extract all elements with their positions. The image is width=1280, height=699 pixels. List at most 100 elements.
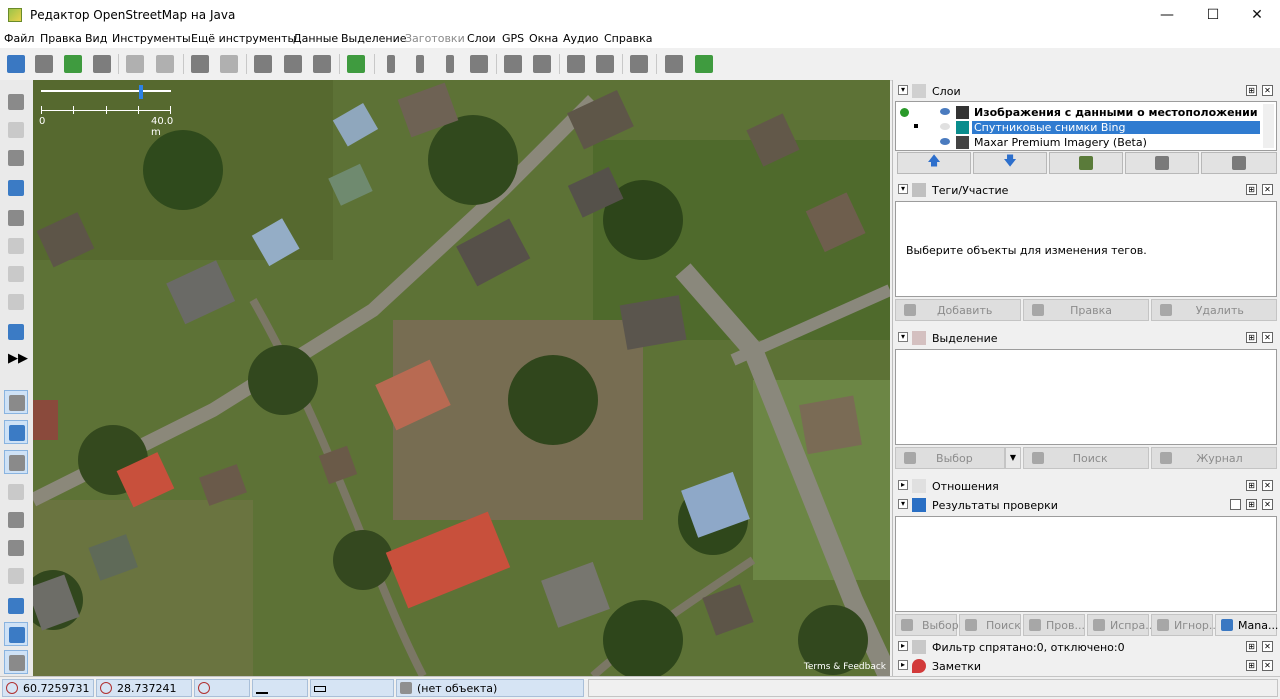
menu-selection[interactable]: Выделение xyxy=(341,32,407,45)
toggle-tags-button[interactable] xyxy=(4,420,28,444)
close-panel-button[interactable]: ✕ xyxy=(1262,499,1273,510)
upload-button[interactable] xyxy=(90,52,114,76)
toggle-relations-button[interactable] xyxy=(4,480,28,504)
save-button[interactable] xyxy=(32,52,56,76)
preset-castle-button[interactable] xyxy=(627,52,651,76)
selection-panel-header[interactable]: ▾ Выделение ⊞ ✕ xyxy=(894,329,1278,347)
combine-way-button[interactable] xyxy=(281,52,305,76)
layers-scrollbar[interactable] xyxy=(1263,104,1274,148)
preferences-button[interactable] xyxy=(217,52,241,76)
toggle-conflicts-button[interactable] xyxy=(4,594,28,618)
move-up-button[interactable]: 🡅 xyxy=(897,152,971,174)
fix-button[interactable]: Испра... xyxy=(1087,614,1156,636)
preset-bus-button[interactable] xyxy=(530,52,554,76)
zoom-slider[interactable] xyxy=(41,90,171,92)
split-way-button[interactable] xyxy=(251,52,275,76)
preset-vending-button[interactable] xyxy=(692,52,716,76)
notes-panel-header[interactable]: ▸ Заметки ⊞ ✕ xyxy=(894,657,1278,675)
detach-panel-button[interactable]: ⊞ xyxy=(1246,499,1257,510)
menu-help[interactable]: Справка xyxy=(604,32,652,45)
layer-row[interactable]: Maxar Premium Imagery (Beta) xyxy=(896,135,1276,150)
detach-panel-button[interactable]: ⊞ xyxy=(1246,85,1257,96)
collapse-toggle[interactable]: ▾ xyxy=(898,85,908,95)
detach-panel-button[interactable]: ⊞ xyxy=(1246,332,1257,343)
menu-data[interactable]: Данные xyxy=(293,32,338,45)
delete-tag-button[interactable]: Удалить xyxy=(1151,299,1277,321)
menu-gps[interactable]: GPS xyxy=(502,32,524,45)
toggle-author-button[interactable] xyxy=(4,564,28,588)
extrude-mode-button[interactable] xyxy=(4,290,28,314)
preset-restaurant-button[interactable] xyxy=(593,52,617,76)
lasso-mode-button[interactable] xyxy=(4,118,28,142)
toggle-history-button[interactable] xyxy=(4,508,28,532)
parallel-mode-button[interactable] xyxy=(4,234,28,258)
validation-panel-header[interactable]: ▾ Результаты проверки ⊞ ✕ xyxy=(894,496,1278,514)
close-button[interactable]: ✕ xyxy=(1234,0,1280,30)
detach-panel-button[interactable]: ⊞ xyxy=(1246,480,1257,491)
open-file-button[interactable] xyxy=(4,52,28,76)
preset-building-button[interactable] xyxy=(379,52,403,76)
ignore-button[interactable]: Игнор... xyxy=(1151,614,1219,636)
collapse-toggle[interactable]: ▾ xyxy=(898,499,908,509)
add-tag-button[interactable]: Добавить xyxy=(895,299,1021,321)
menu-layers[interactable]: Слои xyxy=(467,32,496,45)
preset-industrial-button[interactable] xyxy=(662,52,686,76)
menu-file[interactable]: Файл xyxy=(4,32,34,45)
maximize-button[interactable]: ☐ xyxy=(1190,0,1236,30)
toggle-layers-button[interactable] xyxy=(4,390,28,414)
collapse-toggle[interactable]: ▾ xyxy=(898,184,908,194)
menu-audio[interactable]: Аудио xyxy=(563,32,599,45)
eye-icon[interactable] xyxy=(940,108,950,115)
preset-door-button[interactable] xyxy=(438,52,462,76)
preset-wall-button[interactable] xyxy=(408,52,432,76)
layer-visibility-button[interactable] xyxy=(1125,152,1199,174)
menu-edit[interactable]: Правка xyxy=(40,32,82,45)
improve-way-button[interactable] xyxy=(4,262,28,286)
delete-layer-button[interactable] xyxy=(1201,152,1277,174)
expand-toggle[interactable]: ▸ xyxy=(898,641,908,651)
search-button[interactable]: Поиск xyxy=(1023,447,1149,469)
close-panel-button[interactable]: ✕ xyxy=(1262,85,1273,96)
draw-mode-button[interactable] xyxy=(4,146,28,170)
detach-panel-button[interactable]: ⊞ xyxy=(1246,660,1257,671)
relations-panel-header[interactable]: ▸ Отношения ⊞ ✕ xyxy=(894,477,1278,495)
layer-row[interactable]: Изображения с данными о местоположении xyxy=(896,105,1276,120)
menu-tools[interactable]: Инструменты xyxy=(112,32,191,45)
validation-settings-button[interactable] xyxy=(1230,499,1241,510)
close-panel-button[interactable]: ✕ xyxy=(1262,641,1273,652)
map-view[interactable]: 0 40.0 m Terms & Feedback xyxy=(33,80,890,676)
layers-panel-header[interactable]: ▾ Слои ⊞ ✕ xyxy=(894,82,1278,100)
filter-panel-header[interactable]: ▸ Фильтр спрятано:0, отключено:0 ⊞ ✕ xyxy=(894,638,1278,656)
move-mode-button[interactable] xyxy=(4,320,28,344)
delete-mode-button[interactable] xyxy=(4,206,28,230)
preset-roof-button[interactable] xyxy=(467,52,491,76)
validate-button[interactable]: Пров... xyxy=(1023,614,1085,636)
eye-icon[interactable] xyxy=(940,138,950,145)
menu-windows[interactable]: Окна xyxy=(529,32,558,45)
manage-button[interactable]: Mana... xyxy=(1215,614,1278,636)
validation-search-button[interactable]: Поиск xyxy=(959,614,1021,636)
refresh-button[interactable] xyxy=(310,52,334,76)
menu-more-tools[interactable]: Ещё инструменты xyxy=(191,32,296,45)
toggle-selection-button[interactable] xyxy=(4,450,28,474)
menu-presets[interactable]: Заготовки xyxy=(405,32,465,45)
minimize-button[interactable]: — xyxy=(1144,0,1190,30)
toggle-filter-button[interactable] xyxy=(4,650,28,674)
preset-warning-button[interactable] xyxy=(564,52,588,76)
preset-car-button[interactable] xyxy=(501,52,525,76)
close-panel-button[interactable]: ✕ xyxy=(1262,332,1273,343)
close-panel-button[interactable]: ✕ xyxy=(1262,660,1273,671)
eye-icon[interactable] xyxy=(940,123,950,130)
move-down-button[interactable]: 🡇 xyxy=(973,152,1047,174)
menu-view[interactable]: Вид xyxy=(85,32,107,45)
redo-button[interactable] xyxy=(153,52,177,76)
select-mode-button[interactable] xyxy=(4,90,28,114)
select-dropdown-button[interactable]: ▼ xyxy=(1005,447,1021,469)
close-panel-button[interactable]: ✕ xyxy=(1262,480,1273,491)
expand-toggle[interactable]: ▸ xyxy=(898,660,908,670)
history-button[interactable]: Журнал xyxy=(1151,447,1277,469)
toggle-changeset-button[interactable] xyxy=(4,536,28,560)
zoom-to-data-button[interactable] xyxy=(344,52,368,76)
terms-feedback-link[interactable]: Terms & Feedback xyxy=(804,662,886,672)
more-modes-button[interactable]: ▶▶ xyxy=(4,348,28,372)
